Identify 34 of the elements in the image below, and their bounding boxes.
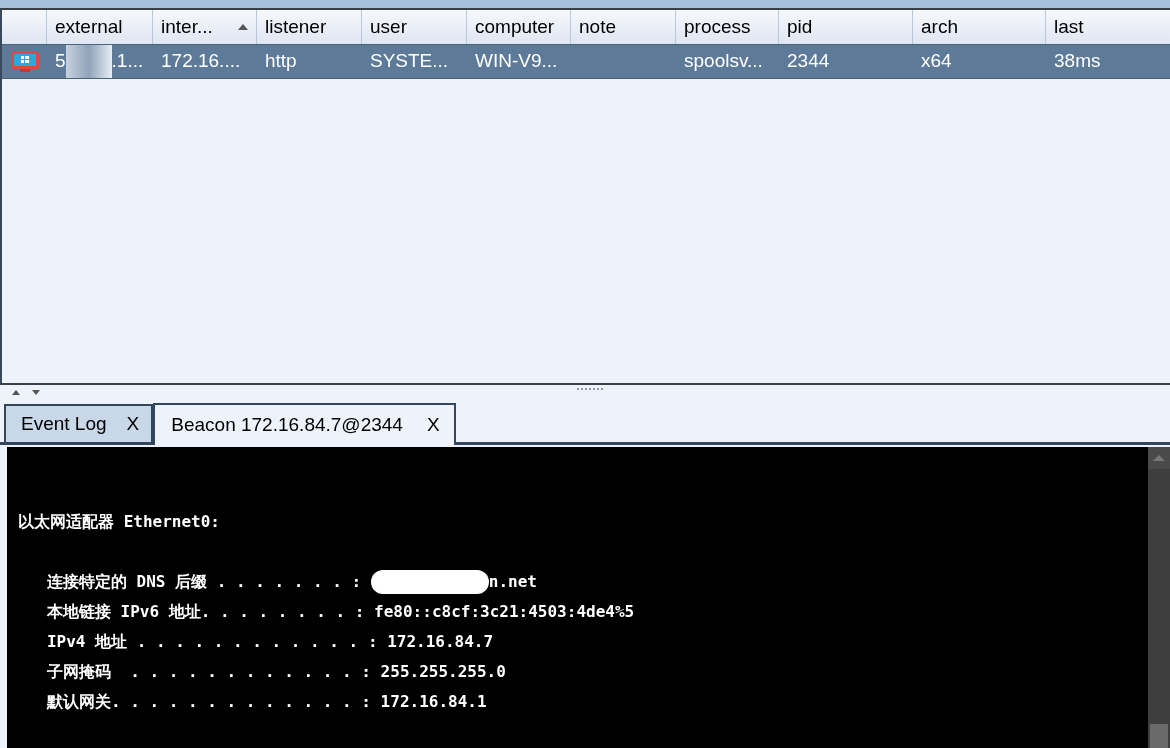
session-row[interactable]: 5 .1... 172.16.... http SYSTE... WIN-V9... spoolsv... 2344 x64 38ms (2, 44, 1170, 79)
close-button[interactable]: X (126, 409, 140, 439)
table-cell-text: 5 (55, 49, 66, 74)
column-header[interactable]: listener (257, 10, 362, 44)
column-header[interactable]: computer (467, 10, 571, 44)
table-cell-text: 172.16.... (161, 49, 241, 74)
tab[interactable]: Event Log X (4, 404, 154, 442)
tab-label: Beacon 172.16.84.7@2344 (171, 412, 403, 437)
column-header[interactable]: pid (779, 10, 913, 44)
console-line: 以太网适配器 Ethernet0: (18, 511, 220, 533)
table-cell-text: 38ms (1054, 49, 1101, 74)
column-header[interactable]: inter... (153, 10, 257, 44)
console-line: 连接特定的 DNS 后缀 . . . . . . . : (45, 571, 363, 593)
column-header[interactable]: arch (913, 10, 1046, 44)
console-line: n.net (488, 571, 537, 593)
console-line: 默认网关. . . . . . . . . . . . . : 172.16.84.1 (45, 691, 487, 713)
column-header[interactable]: process (676, 10, 779, 44)
column-header[interactable]: user (362, 10, 467, 44)
table-cell-text: 2344 (787, 49, 830, 74)
column-header[interactable]: note (571, 10, 676, 44)
console-line: IPv4 地址 . . . . . . . . . . . . : 172.16.84.7 (45, 631, 494, 653)
column-header[interactable]: last (1046, 10, 1170, 44)
table-cell-text: SYSTE... (370, 49, 449, 74)
table-cell-text: WIN-V9... (475, 49, 558, 74)
tab[interactable]: Beacon 172.16.84.7@2344 X (153, 403, 456, 445)
console-line: 子网掩码 . . . . . . . . . . . . : 255.255.255.0 (45, 661, 506, 683)
console-line: 本地链接 IPv6 地址. . . . . . . . : fe80::c8cf:3c21:4503:4de4%5 (45, 601, 635, 623)
table-cell-text: x64 (921, 49, 952, 74)
table-cell-text: spoolsv... (684, 49, 763, 74)
table-cell-text: http (265, 49, 297, 74)
tab-label: Event Log (21, 411, 107, 436)
column-header[interactable]: external (47, 10, 153, 44)
table-cell-text: .1... (111, 49, 144, 74)
close-button[interactable]: X (426, 410, 440, 440)
